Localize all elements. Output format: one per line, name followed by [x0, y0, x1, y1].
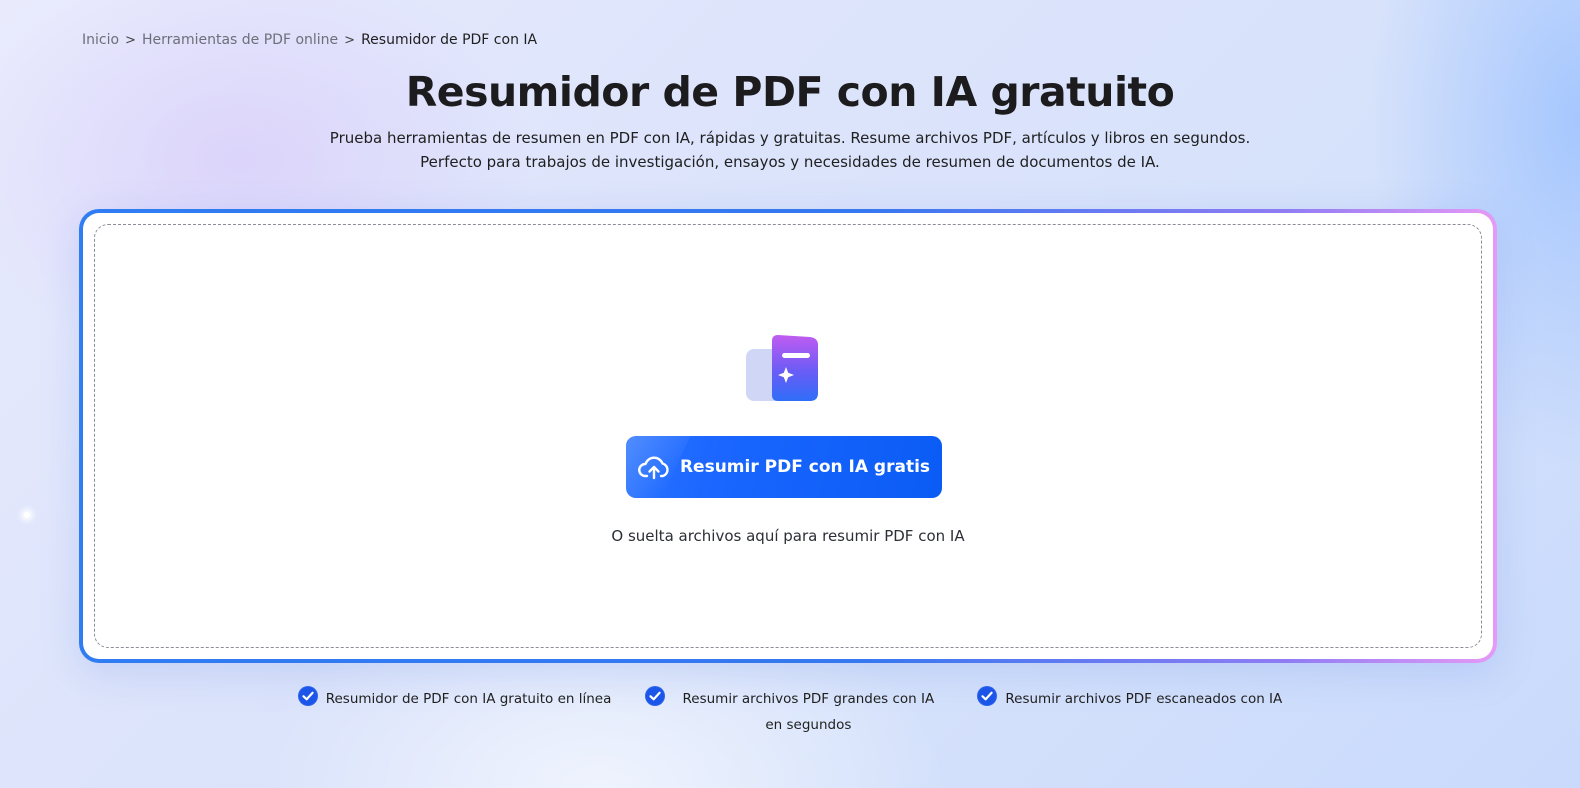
- check-badge-icon: [977, 686, 998, 706]
- subtitle-line-1: Prueba herramientas de resumen en PDF co…: [329, 129, 1251, 147]
- upload-panel: Resumir PDF con IA gratis O suelta archi…: [79, 209, 1497, 663]
- page-subtitle: Prueba herramientas de resumen en PDF co…: [290, 126, 1290, 174]
- check-badge-icon: [297, 686, 318, 706]
- summarize-pdf-button-label: Resumir PDF con IA gratis: [679, 457, 931, 477]
- drop-hint-text: O suelta archivos aquí para resumir PDF …: [611, 527, 965, 545]
- cloud-upload-icon: [638, 456, 669, 480]
- breadcrumb: Inicio > Herramientas de PDF online > Re…: [82, 32, 537, 48]
- background-sparkle: [24, 512, 30, 518]
- feature-item: Resumir archivos PDF grandes con IA en s…: [645, 686, 943, 738]
- page-title: Resumidor de PDF con IA gratuito: [405, 68, 1175, 116]
- feature-item: Resumidor de PDF con IA gratuito en líne…: [297, 686, 612, 738]
- summarize-pdf-button[interactable]: Resumir PDF con IA gratis: [626, 436, 942, 498]
- subtitle-line-2: Perfecto para trabajos de investigación,…: [420, 153, 1160, 171]
- feature-label: Resumir archivos PDF grandes con IA en s…: [682, 691, 935, 733]
- breadcrumb-current: Resumidor de PDF con IA: [361, 32, 538, 48]
- ai-folder-icon: [746, 335, 818, 401]
- breadcrumb-link-inicio[interactable]: Inicio: [82, 32, 119, 48]
- feature-list: Resumidor de PDF con IA gratuito en líne…: [0, 686, 1580, 738]
- file-drop-zone[interactable]: Resumir PDF con IA gratis O suelta archi…: [94, 224, 1482, 648]
- feature-label: Resumidor de PDF con IA gratuito en líne…: [325, 691, 612, 707]
- feature-item: Resumir archivos PDF escaneados con IA: [977, 686, 1282, 738]
- upload-card: Resumir PDF con IA gratis O suelta archi…: [83, 213, 1493, 659]
- breadcrumb-link-herramientas[interactable]: Herramientas de PDF online: [142, 32, 338, 48]
- breadcrumb-separator: >: [125, 32, 136, 48]
- feature-label: Resumir archivos PDF escaneados con IA: [1005, 691, 1283, 707]
- check-badge-icon: [645, 686, 666, 706]
- breadcrumb-separator: >: [344, 32, 356, 48]
